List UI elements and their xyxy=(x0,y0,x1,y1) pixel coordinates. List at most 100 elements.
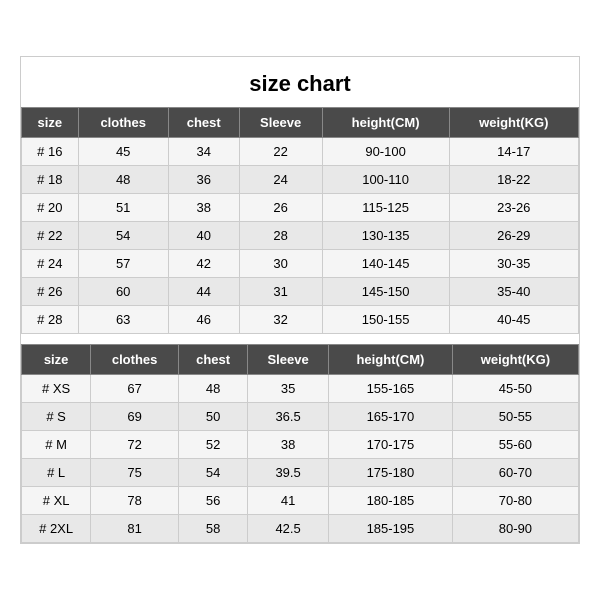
table-row: # 1645342290-10014-17 xyxy=(22,138,579,166)
table-cell: 72 xyxy=(91,431,179,459)
table2-header-cell: size xyxy=(22,345,91,375)
table-cell: 57 xyxy=(78,250,168,278)
table-cell: # XL xyxy=(22,487,91,515)
table-cell: 41 xyxy=(248,487,329,515)
table-cell: 30 xyxy=(239,250,322,278)
size-chart-container: size chart sizeclotheschestSleeveheight(… xyxy=(20,56,580,544)
table2-header: sizeclotheschestSleeveheight(CM)weight(K… xyxy=(22,345,579,375)
table-cell: 55-60 xyxy=(452,431,578,459)
table-cell: 40 xyxy=(168,222,239,250)
table-cell: 34 xyxy=(168,138,239,166)
table-row: # S695036.5165-17050-55 xyxy=(22,403,579,431)
table1-header-cell: clothes xyxy=(78,108,168,138)
table-row: # 18483624100-11018-22 xyxy=(22,166,579,194)
table-cell: # 24 xyxy=(22,250,79,278)
table2-header-cell: chest xyxy=(179,345,248,375)
table1-header-cell: size xyxy=(22,108,79,138)
table-cell: 180-185 xyxy=(329,487,453,515)
table-cell: 145-150 xyxy=(322,278,449,306)
table-cell: 31 xyxy=(239,278,322,306)
table-row: # 20513826115-12523-26 xyxy=(22,194,579,222)
table-cell: 39.5 xyxy=(248,459,329,487)
table-cell: 35 xyxy=(248,375,329,403)
table-cell: 54 xyxy=(179,459,248,487)
table-cell: 24 xyxy=(239,166,322,194)
table-cell: 75 xyxy=(91,459,179,487)
size-table-2: sizeclotheschestSleeveheight(CM)weight(K… xyxy=(21,344,579,543)
table2-header-cell: Sleeve xyxy=(248,345,329,375)
table-cell: 26 xyxy=(239,194,322,222)
table2-header-cell: height(CM) xyxy=(329,345,453,375)
table-cell: # 16 xyxy=(22,138,79,166)
table-cell: 165-170 xyxy=(329,403,453,431)
table-cell: 23-26 xyxy=(449,194,578,222)
table-cell: 175-180 xyxy=(329,459,453,487)
table-cell: # 20 xyxy=(22,194,79,222)
table-cell: 50 xyxy=(179,403,248,431)
table-cell: # XS xyxy=(22,375,91,403)
table-cell: # 28 xyxy=(22,306,79,334)
table-cell: 100-110 xyxy=(322,166,449,194)
table-cell: # L xyxy=(22,459,91,487)
table-cell: 22 xyxy=(239,138,322,166)
table-row: # XS674835155-16545-50 xyxy=(22,375,579,403)
table-cell: 130-135 xyxy=(322,222,449,250)
table-row: # 22544028130-13526-29 xyxy=(22,222,579,250)
table-cell: 81 xyxy=(91,515,179,543)
table-cell: 36 xyxy=(168,166,239,194)
table-cell: 45-50 xyxy=(452,375,578,403)
table1-header: sizeclotheschestSleeveheight(CM)weight(K… xyxy=(22,108,579,138)
table-cell: 45 xyxy=(78,138,168,166)
table-cell: # 18 xyxy=(22,166,79,194)
table-cell: 115-125 xyxy=(322,194,449,222)
table-cell: 42.5 xyxy=(248,515,329,543)
table-cell: 80-90 xyxy=(452,515,578,543)
table-cell: 54 xyxy=(78,222,168,250)
table-cell: 51 xyxy=(78,194,168,222)
table-cell: # 2XL xyxy=(22,515,91,543)
table-row: # 2XL815842.5185-19580-90 xyxy=(22,515,579,543)
table-cell: 69 xyxy=(91,403,179,431)
table-cell: 42 xyxy=(168,250,239,278)
table1-header-row: sizeclotheschestSleeveheight(CM)weight(K… xyxy=(22,108,579,138)
table-cell: 56 xyxy=(179,487,248,515)
table-cell: 50-55 xyxy=(452,403,578,431)
table-cell: 170-175 xyxy=(329,431,453,459)
table1-header-cell: weight(KG) xyxy=(449,108,578,138)
table-cell: 28 xyxy=(239,222,322,250)
table-row: # 24574230140-14530-35 xyxy=(22,250,579,278)
table-cell: 14-17 xyxy=(449,138,578,166)
table2-header-cell: clothes xyxy=(91,345,179,375)
table-cell: 60-70 xyxy=(452,459,578,487)
table-row: # 26604431145-15035-40 xyxy=(22,278,579,306)
table-cell: 90-100 xyxy=(322,138,449,166)
table-cell: 32 xyxy=(239,306,322,334)
table-cell: 150-155 xyxy=(322,306,449,334)
table-cell: 35-40 xyxy=(449,278,578,306)
table-cell: 48 xyxy=(179,375,248,403)
table-cell: 40-45 xyxy=(449,306,578,334)
table-cell: 46 xyxy=(168,306,239,334)
table-cell: 58 xyxy=(179,515,248,543)
table-cell: 63 xyxy=(78,306,168,334)
table2-header-cell: weight(KG) xyxy=(452,345,578,375)
table-cell: # M xyxy=(22,431,91,459)
chart-title: size chart xyxy=(21,57,579,107)
table-cell: 44 xyxy=(168,278,239,306)
table-cell: 155-165 xyxy=(329,375,453,403)
table-cell: 78 xyxy=(91,487,179,515)
table1-header-cell: chest xyxy=(168,108,239,138)
table-cell: 38 xyxy=(248,431,329,459)
table-row: # L755439.5175-18060-70 xyxy=(22,459,579,487)
table1-header-cell: height(CM) xyxy=(322,108,449,138)
table-row: # M725238170-17555-60 xyxy=(22,431,579,459)
table2-body: # XS674835155-16545-50# S695036.5165-170… xyxy=(22,375,579,543)
table-cell: 67 xyxy=(91,375,179,403)
table-cell: 52 xyxy=(179,431,248,459)
table-cell: 30-35 xyxy=(449,250,578,278)
table-cell: 38 xyxy=(168,194,239,222)
table-cell: 70-80 xyxy=(452,487,578,515)
table1-header-cell: Sleeve xyxy=(239,108,322,138)
table-row: # 28634632150-15540-45 xyxy=(22,306,579,334)
table-cell: 48 xyxy=(78,166,168,194)
